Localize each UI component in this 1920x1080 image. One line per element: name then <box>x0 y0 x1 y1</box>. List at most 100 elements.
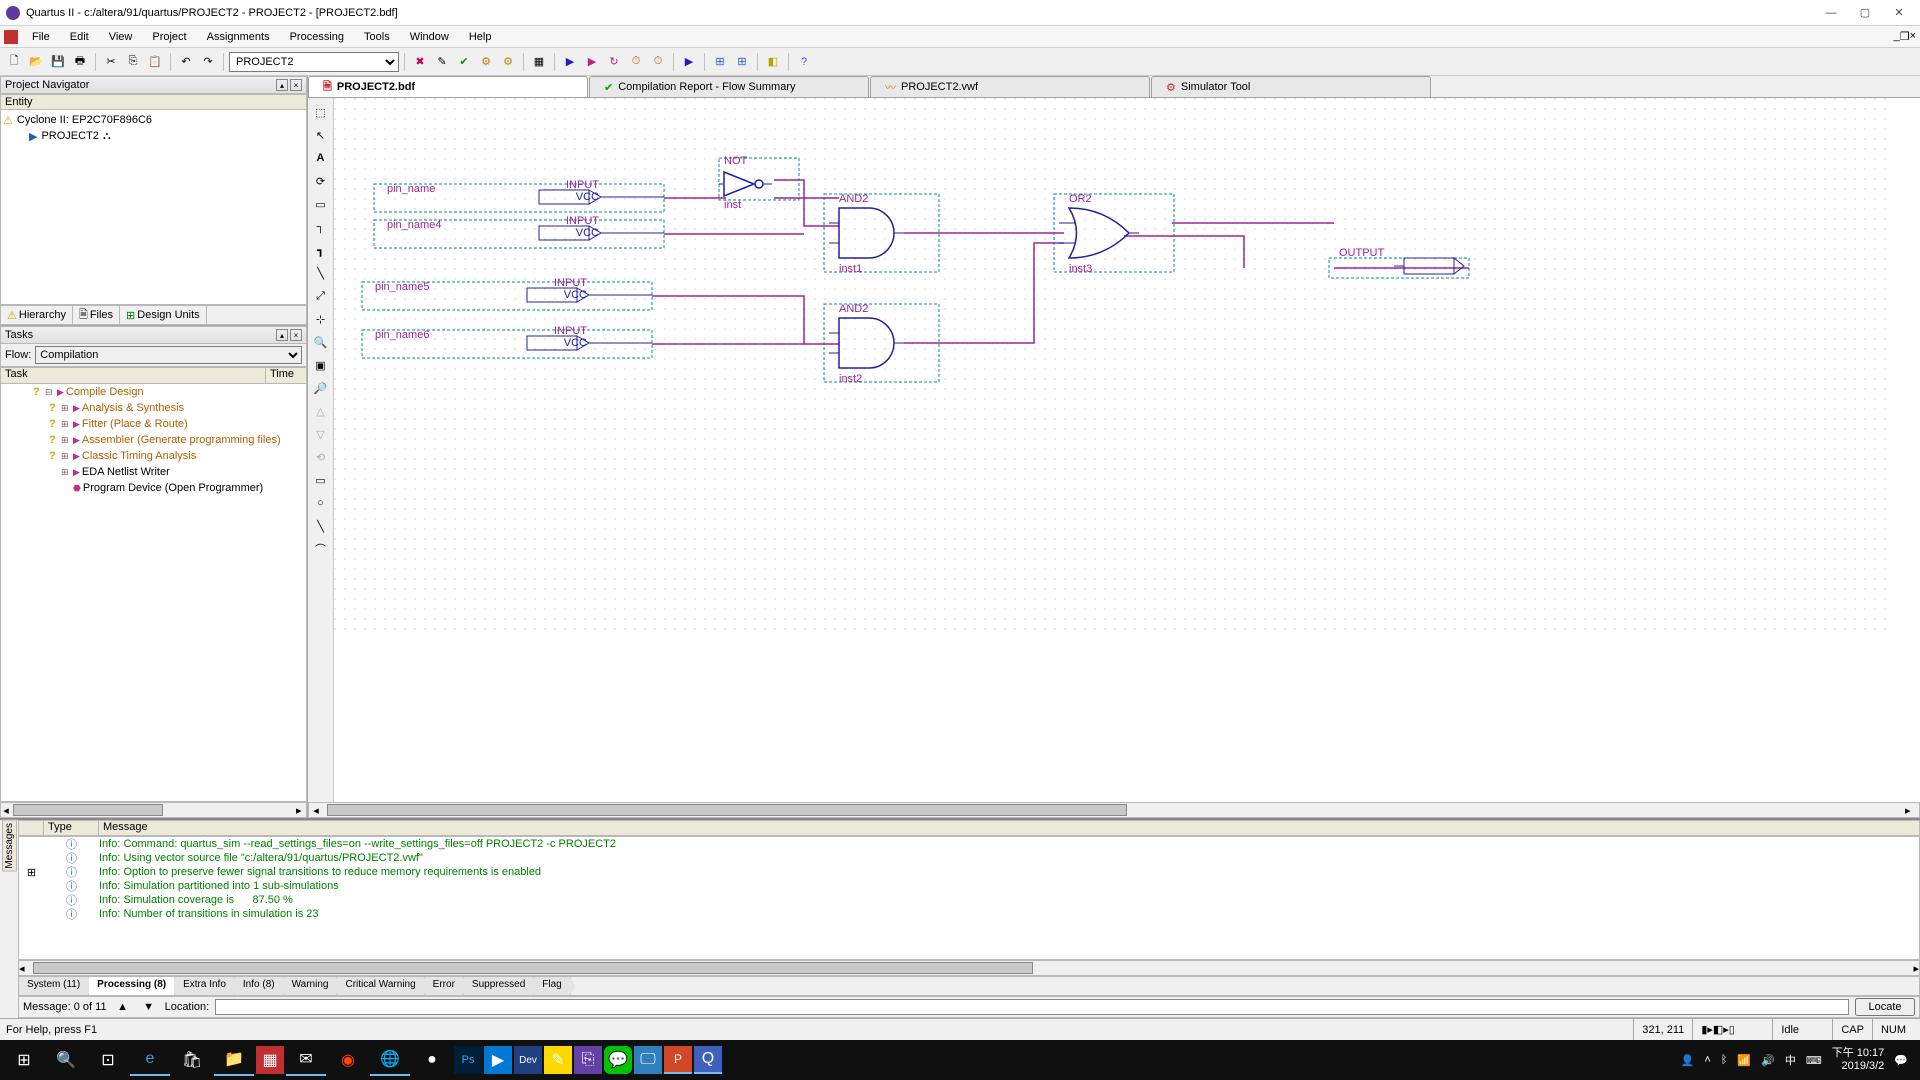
maximize-button[interactable]: ▢ <box>1850 4 1880 22</box>
tab-files[interactable]: 🗎Files <box>73 306 120 324</box>
schematic-canvas[interactable]: pin_name INPUT VCC pin_name4 INPUT VCC p… <box>334 98 1920 802</box>
open-icon[interactable]: 📂 <box>26 52 46 72</box>
photoshop-icon[interactable]: Ps <box>454 1046 482 1074</box>
task-row[interactable]: ?⊞▶Classic Timing Analysis <box>1 448 306 464</box>
bluetooth-icon[interactable]: ᛒ <box>1721 1054 1728 1066</box>
menu-assignments[interactable]: Assignments <box>197 29 280 45</box>
diag-line-icon[interactable]: ╲ <box>311 263 331 283</box>
rotate-icon[interactable]: ⟲ <box>311 447 331 467</box>
tool1-icon[interactable]: ⊞ <box>710 52 730 72</box>
pencil-icon[interactable]: ✎ <box>432 52 452 72</box>
msg-tab[interactable]: Error <box>425 977 464 995</box>
project-combo[interactable]: PROJECT2 <box>229 52 399 72</box>
edge-icon[interactable]: e <box>130 1044 170 1076</box>
tab-project2-vwf[interactable]: 〰PROJECT2.vwf <box>870 76 1150 97</box>
copy-icon[interactable]: ⎘ <box>123 52 143 72</box>
message-row[interactable]: ⓘInfo: Using vector source file "c:/alte… <box>19 851 1919 865</box>
explorer-icon[interactable]: 📁 <box>214 1044 254 1076</box>
redo-icon[interactable]: ↷ <box>198 52 218 72</box>
msg-tab[interactable]: Warning <box>284 977 338 995</box>
message-row[interactable]: ⊞ⓘInfo: Option to preserve fewer signal … <box>19 865 1919 879</box>
tab-design-units[interactable]: ⊞Design Units <box>120 306 207 324</box>
chip-icon[interactable]: ▦ <box>529 52 549 72</box>
task-view-icon[interactable]: ⊡ <box>88 1044 128 1076</box>
tab-compilation-report[interactable]: ✔Compilation Report - Flow Summary <box>589 76 869 97</box>
play2-icon[interactable]: ▶ <box>582 52 602 72</box>
rect-icon[interactable]: ▭ <box>311 470 331 490</box>
message-row[interactable]: ⓘInfo: Command: quartus_sim --read_setti… <box>19 837 1919 851</box>
menu-help[interactable]: Help <box>459 29 502 45</box>
app2-icon[interactable]: ◉ <box>328 1044 368 1076</box>
entity-tree[interactable]: ⚠Cyclone II: EP2C70F896C6 ▶PROJECT2⛬ <box>0 110 307 305</box>
arc-icon[interactable]: ⌒ <box>311 539 331 559</box>
twitch-icon[interactable]: ⎘ <box>574 1046 602 1074</box>
block-tool-icon[interactable]: ▭ <box>311 194 331 214</box>
task-row[interactable]: ⬣Program Device (Open Programmer) <box>1 480 306 496</box>
timer2-icon[interactable]: ⏱ <box>648 52 668 72</box>
play-icon[interactable]: ▶ <box>560 52 580 72</box>
find-icon[interactable]: 🔎 <box>311 378 331 398</box>
line-icon[interactable]: ╲ <box>311 516 331 536</box>
notifications-icon[interactable]: 💬 <box>1894 1054 1908 1067</box>
message-row[interactable]: ⓘInfo: Simulation partitioned into 1 sub… <box>19 879 1919 893</box>
task-row[interactable]: ?⊞▶Assembler (Generate programming files… <box>1 432 306 448</box>
assign-icon[interactable]: ✖ <box>410 52 430 72</box>
check-icon[interactable]: ✔ <box>454 52 474 72</box>
tab-simulator-tool[interactable]: ⚙Simulator Tool <box>1151 76 1431 97</box>
locate-button[interactable]: Locate <box>1855 998 1915 1016</box>
tasks-hscroll[interactable]: ◂▸ <box>0 802 307 818</box>
task-row[interactable]: ⊞▶EDA Netlist Writer <box>1 464 306 480</box>
app7-icon[interactable]: 🖵 <box>634 1046 662 1074</box>
wifi-icon[interactable]: 📶 <box>1737 1054 1751 1067</box>
cut-icon[interactable]: ✂ <box>101 52 121 72</box>
gear1-icon[interactable]: ⚙ <box>476 52 496 72</box>
task-row[interactable]: ?⊞▶Fitter (Place & Route) <box>1 416 306 432</box>
volume-icon[interactable]: 🔊 <box>1761 1054 1775 1067</box>
tray-up-icon[interactable]: ˄ <box>1704 1054 1710 1066</box>
search-icon[interactable]: 🔍 <box>46 1044 86 1076</box>
msg-tab[interactable]: Extra Info <box>175 977 235 995</box>
zoom-icon[interactable]: 🔍 <box>311 332 331 352</box>
menu-project[interactable]: Project <box>142 29 196 45</box>
minimize-button[interactable]: — <box>1816 4 1846 22</box>
sim-icon[interactable]: ▶ <box>679 52 699 72</box>
ime-icon[interactable]: 中 <box>1785 1052 1796 1068</box>
line-icon[interactable]: 💬 <box>604 1046 632 1074</box>
message-row[interactable]: ⓘInfo: Number of transitions in simulati… <box>19 907 1919 921</box>
text-tool-icon[interactable]: A <box>311 148 331 168</box>
msg-down-icon[interactable]: ▼ <box>139 997 159 1017</box>
fullscreen-icon[interactable]: ▣ <box>311 355 331 375</box>
mail-icon[interactable]: ✉ <box>286 1044 326 1076</box>
app5-icon[interactable]: Dev <box>514 1046 542 1074</box>
flow-combo[interactable]: Compilation <box>35 346 302 364</box>
msg-up-icon[interactable]: ▲ <box>113 997 133 1017</box>
store-icon[interactable]: 🛍 <box>172 1044 212 1076</box>
menu-processing[interactable]: Processing <box>280 29 354 45</box>
new-icon[interactable]: 🗋 <box>4 52 24 72</box>
tasks-close-icon[interactable]: × <box>290 329 302 341</box>
mdi-close[interactable]: × <box>1910 30 1916 43</box>
oval-icon[interactable]: ○ <box>311 493 331 513</box>
help-icon[interactable]: ? <box>794 52 814 72</box>
tab-project2-bdf[interactable]: 🗎PROJECT2.bdf <box>308 76 588 97</box>
save-icon[interactable]: 💾 <box>48 52 68 72</box>
timer-icon[interactable]: ⏱ <box>626 52 646 72</box>
msg-tab[interactable]: Processing (8) <box>89 977 175 995</box>
pointer-tool-icon[interactable]: ↖ <box>311 125 331 145</box>
menu-tools[interactable]: Tools <box>354 29 400 45</box>
messages-label[interactable]: Messages <box>2 820 17 872</box>
menu-view[interactable]: View <box>99 29 143 45</box>
location-input[interactable] <box>215 999 1849 1015</box>
project-name[interactable]: PROJECT2 <box>41 130 98 142</box>
start-button[interactable]: ⊞ <box>4 1044 44 1076</box>
msg-tab[interactable]: Flag <box>534 977 570 995</box>
chrome-icon[interactable]: 🌐 <box>370 1044 410 1076</box>
tool2-icon[interactable]: ⊞ <box>732 52 752 72</box>
rubber-icon[interactable]: ⤢ <box>311 286 331 306</box>
tool3-icon[interactable]: ◧ <box>763 52 783 72</box>
app3-icon[interactable]: ● <box>412 1044 452 1076</box>
gear2-icon[interactable]: ⚙ <box>498 52 518 72</box>
nav-close-icon[interactable]: × <box>290 79 302 91</box>
flip-v-icon[interactable]: ▽ <box>311 424 331 444</box>
canvas-hscroll[interactable]: ◂▸ <box>308 802 1920 818</box>
